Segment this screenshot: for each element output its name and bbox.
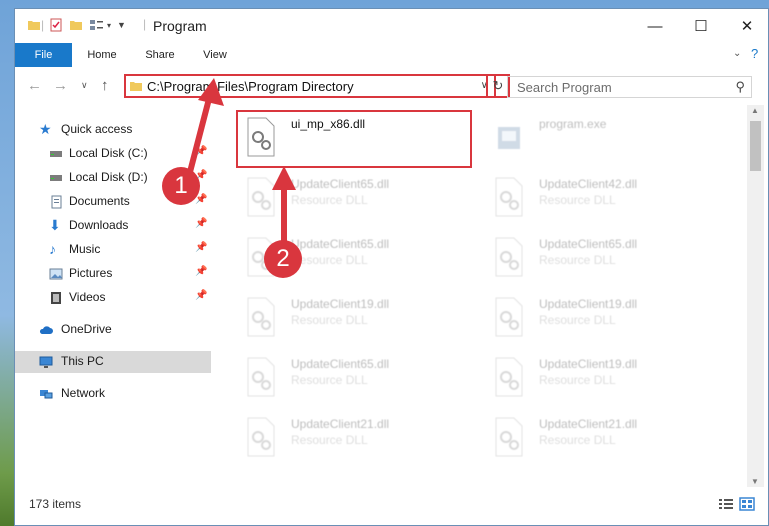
step-1-callout: 1 bbox=[162, 167, 200, 205]
arrow-2 bbox=[272, 166, 296, 246]
arrow-1 bbox=[187, 78, 224, 173]
step-2-callout: 2 bbox=[264, 240, 302, 278]
annotation-arrows bbox=[187, 78, 296, 246]
